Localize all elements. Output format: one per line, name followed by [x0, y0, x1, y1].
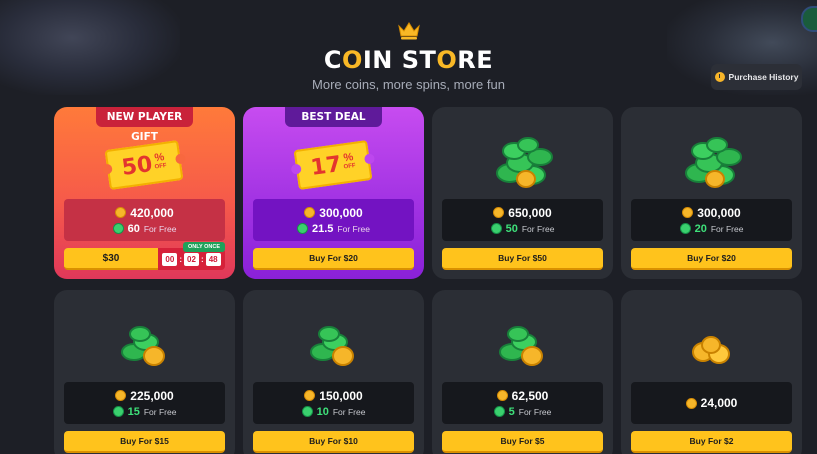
discount-off-label: OFF — [154, 162, 168, 171]
gold-coin-icon — [493, 207, 505, 218]
buy-button-20[interactable]: Buy For $20 — [631, 248, 792, 270]
ribbon-label: BEST DEAL — [285, 107, 382, 127]
free-label: For Free — [143, 223, 177, 234]
free-amount: 60 — [127, 222, 140, 235]
ribbon-label: NEW PLAYER GIFT — [96, 107, 193, 143]
sweep-coin-icon — [490, 223, 502, 234]
only-once-badge: ONLY ONCE — [183, 242, 225, 252]
coin-amount: 650,000 — [508, 205, 552, 220]
coin-pack-card: 150,000 10 For Free Buy For $10 — [243, 290, 424, 454]
page-subtitle: More coins, more spins, more fun — [312, 77, 505, 92]
coin-pack-card: 300,000 20 For Free Buy For $20 — [621, 107, 802, 279]
gold-coin-icon — [304, 390, 316, 401]
sweep-coin-icon — [112, 223, 124, 234]
gold-coin-pile-icon — [692, 336, 730, 364]
buy-button-20[interactable]: Buy For $20 — [253, 248, 414, 270]
gold-coin-icon — [115, 390, 127, 401]
buy-button-30[interactable]: $30 — [64, 248, 158, 270]
coin-amount: 62,500 — [511, 388, 549, 403]
buy-button-50[interactable]: Buy For $50 — [442, 248, 603, 270]
free-amount: 15 — [127, 405, 140, 418]
coin-amount: 300,000 — [697, 205, 741, 220]
pack-info: 225,000 15 For Free — [64, 382, 225, 424]
purchase-history-label: Purchase History — [728, 72, 799, 82]
free-label: For Free — [337, 223, 370, 234]
gold-coin-icon — [115, 207, 127, 218]
pack-info: 650,000 50 For Free — [442, 199, 603, 241]
green-coin-pile-icon — [496, 137, 553, 188]
purchase-history-button[interactable]: Purchase History — [711, 64, 802, 90]
coin-amount: 150,000 — [319, 388, 363, 403]
buy-button-15[interactable]: Buy For $15 — [64, 431, 225, 453]
green-coin-pile-icon — [310, 326, 354, 366]
timer-minutes: 02 — [184, 252, 199, 266]
discount-value: 50 — [120, 151, 154, 181]
timer-hours: 00 — [162, 252, 178, 266]
sweep-coin-icon — [679, 223, 691, 234]
sweep-coin-icon — [493, 406, 505, 417]
free-amount: 21.5 — [311, 222, 334, 235]
free-label: For Free — [518, 406, 552, 417]
buy-button-2[interactable]: Buy For $2 — [631, 431, 792, 453]
new-player-gift-card: NEW PLAYER GIFT 50 % OFF 420,000 60 For Fr… — [54, 107, 235, 279]
pack-info: 300,000 20 For Free — [631, 199, 792, 241]
best-deal-card: BEST DEAL 17 % OFF 300,000 21.5 For Free B… — [243, 107, 424, 279]
coin-amount: 420,000 — [130, 205, 174, 220]
discount-value: 17 — [309, 151, 343, 181]
coin-pack-card: 62,500 5 For Free Buy For $5 — [432, 290, 613, 454]
gold-coin-icon — [685, 397, 697, 409]
free-amount: 50 — [505, 222, 518, 235]
free-label: For Free — [521, 223, 555, 234]
timer-seconds: 48 — [205, 252, 221, 266]
free-amount: 20 — [694, 222, 707, 235]
page-title: COIN STORE — [323, 46, 494, 74]
coin-amount: 300,000 — [319, 205, 363, 220]
gold-coin-icon — [304, 207, 316, 218]
discount-off-label: OFF — [343, 162, 357, 171]
pack-info: 24,000 — [631, 382, 792, 424]
gold-coin-icon — [682, 207, 694, 218]
sweep-coin-icon — [112, 406, 124, 417]
coin-pack-card: 225,000 15 For Free Buy For $15 — [54, 290, 235, 454]
discount-ticket-icon: 50 % OFF — [104, 140, 184, 190]
pack-info: 62,500 5 For Free — [442, 382, 603, 424]
green-coin-pile-icon — [499, 326, 543, 366]
green-coin-pile-icon — [685, 137, 742, 188]
clock-icon — [714, 72, 725, 82]
buy-button-5[interactable]: Buy For $5 — [442, 431, 603, 453]
gold-coin-icon — [496, 390, 508, 401]
coin-amount: 225,000 — [130, 388, 174, 403]
discount-ticket-icon: 17 % OFF — [293, 140, 373, 190]
coin-pack-card: 24,000 Buy For $2 — [621, 290, 802, 454]
green-coin-pile-icon — [121, 326, 165, 366]
store-header: COIN STORE More coins, more spins, more … — [0, 22, 817, 92]
pack-info: 150,000 10 For Free — [253, 382, 414, 424]
free-label: For Free — [143, 406, 177, 417]
pack-info: 300,000 21.5 For Free — [253, 199, 414, 241]
free-amount: 5 — [508, 405, 515, 418]
coin-amount: 24,000 — [700, 396, 738, 410]
crown-icon — [397, 22, 420, 40]
sweep-coin-icon — [301, 406, 313, 417]
coin-pack-card: 650,000 50 For Free Buy For $50 — [432, 107, 613, 279]
pack-info: 420,000 60 For Free — [64, 199, 225, 241]
sweep-coin-icon — [296, 223, 308, 234]
free-label: For Free — [332, 406, 366, 417]
free-label: For Free — [710, 223, 744, 234]
free-amount: 10 — [316, 405, 329, 418]
buy-button-10[interactable]: Buy For $10 — [253, 431, 414, 453]
